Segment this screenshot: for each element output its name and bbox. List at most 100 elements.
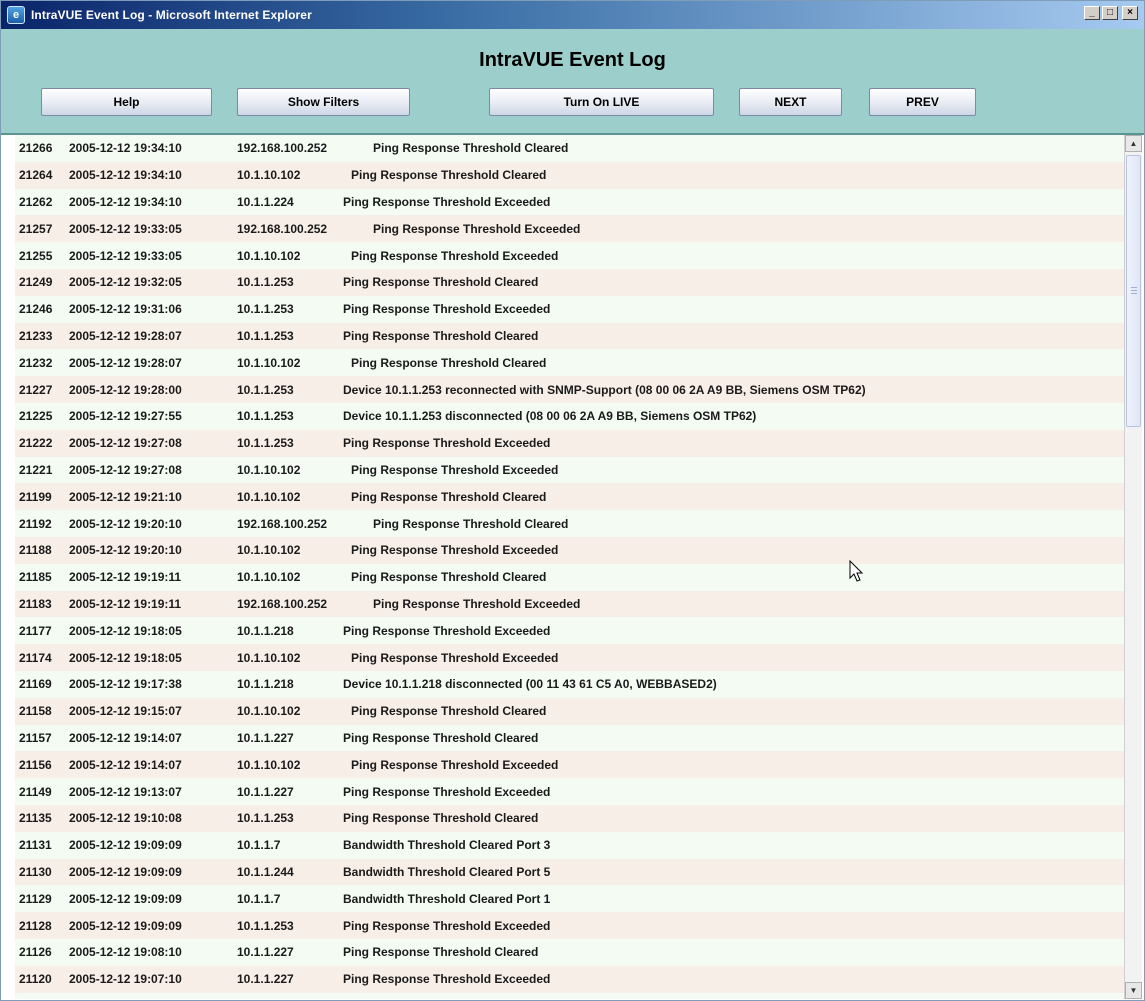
event-timestamp: 2005-12-12 19:15:07 (69, 704, 182, 719)
event-message: Ping Response Threshold Exceeded (351, 462, 559, 477)
event-row[interactable]: 21130 2005-12-12 19:09:09 10.1.1.244 Bandwi… (15, 858, 1124, 886)
event-row[interactable]: 21233 2005-12-12 19:28:07 10.1.1.253 Ping R… (15, 322, 1124, 350)
event-row[interactable]: 21169 2005-12-12 19:17:38 10.1.1.218 Device… (15, 670, 1124, 698)
event-message: Device 10.1.1.253 reconnected with SNMP-… (343, 382, 866, 397)
prev-button[interactable]: PREV (869, 88, 976, 116)
event-row[interactable]: 21185 2005-12-12 19:19:11 10.1.10.102 Ping … (15, 563, 1124, 591)
event-timestamp: 2005-12-12 19:33:05 (69, 221, 182, 236)
event-ip: 192.168.100.252 (237, 221, 328, 236)
event-row[interactable]: 21262 2005-12-12 19:34:10 10.1.1.224 Ping R… (15, 188, 1124, 216)
event-message: Ping Response Threshold Exceeded (343, 784, 551, 799)
event-timestamp: 2005-12-12 19:09:09 (69, 918, 182, 933)
event-timestamp: 2005-12-12 19:17:38 (69, 677, 182, 692)
event-row[interactable]: 21129 2005-12-12 19:09:09 10.1.1.7 Bandwidt… (15, 885, 1124, 913)
event-row[interactable]: 21264 2005-12-12 19:34:10 10.1.10.102 Ping … (15, 161, 1124, 189)
event-row[interactable]: 21177 2005-12-12 19:18:05 10.1.1.218 Ping R… (15, 617, 1124, 645)
event-ip: 10.1.10.102 (237, 704, 301, 719)
event-row[interactable]: 21188 2005-12-12 19:20:10 10.1.10.102 Ping … (15, 536, 1124, 564)
event-id: 21266 (19, 141, 53, 156)
event-timestamp: 2005-12-12 19:28:07 (69, 328, 182, 343)
event-message: Ping Response Threshold Cleared (351, 489, 547, 504)
event-row[interactable]: 21222 2005-12-12 19:27:08 10.1.1.253 Ping R… (15, 429, 1124, 457)
next-button[interactable]: NEXT (739, 88, 842, 116)
event-row[interactable]: 21156 2005-12-12 19:14:07 10.1.10.102 Ping … (15, 751, 1124, 779)
event-row[interactable]: 21232 2005-12-12 19:28:07 10.1.10.102 Ping … (15, 349, 1124, 377)
event-row[interactable]: 21131 2005-12-12 19:09:09 10.1.1.7 Bandwidt… (15, 831, 1124, 859)
event-id: 21131 (19, 838, 52, 853)
event-row[interactable]: 21266 2005-12-12 19:34:10 192.168.100.252 P… (15, 135, 1124, 162)
scroll-up-icon[interactable]: ▲ (1125, 135, 1142, 152)
event-row[interactable]: 21246 2005-12-12 19:31:06 10.1.1.253 Ping R… (15, 295, 1124, 323)
event-row[interactable]: 21149 2005-12-12 19:13:07 10.1.1.227 Ping R… (15, 778, 1124, 805)
event-timestamp: 2005-12-12 19:32:05 (69, 275, 182, 290)
event-row[interactable]: 21126 2005-12-12 19:08:10 10.1.1.227 Ping R… (15, 938, 1124, 966)
show-filters-button[interactable]: Show Filters (237, 88, 410, 116)
event-row[interactable]: 21128 2005-12-12 19:09:09 10.1.1.253 Ping R… (15, 912, 1124, 939)
event-ip: 10.1.10.102 (237, 168, 301, 183)
close-icon[interactable]: × (1122, 6, 1138, 20)
title-bar[interactable]: e IntraVUE Event Log - Microsoft Interne… (1, 1, 1144, 29)
event-row[interactable]: 21221 2005-12-12 19:27:08 10.1.10.102 Ping … (15, 456, 1124, 484)
event-ip: 10.1.1.253 (237, 918, 294, 933)
event-timestamp: 2005-12-12 19:28:00 (69, 382, 182, 397)
scroll-down-icon[interactable]: ▼ (1125, 982, 1142, 999)
event-ip: 10.1.1.253 (237, 811, 294, 826)
event-row[interactable]: 21227 2005-12-12 19:28:00 10.1.1.253 Device… (15, 376, 1124, 403)
event-ip: 10.1.1.253 (237, 302, 294, 317)
event-timestamp: 2005-12-12 19:08:10 (69, 945, 182, 960)
event-timestamp: 2005-12-12 19:31:06 (69, 302, 182, 317)
event-timestamp: 2005-12-12 19:27:08 (69, 436, 182, 451)
vertical-scrollbar[interactable]: ▲ ▼ (1124, 135, 1142, 999)
turn-on-live-button[interactable]: Turn On LIVE (489, 88, 714, 116)
event-timestamp: 2005-12-12 19:20:10 (69, 516, 182, 531)
event-row[interactable]: 21158 2005-12-12 19:15:07 10.1.10.102 Ping … (15, 697, 1124, 725)
event-row[interactable]: 21135 2005-12-12 19:10:08 10.1.1.253 Ping R… (15, 804, 1124, 832)
event-timestamp: 2005-12-12 19:18:05 (69, 623, 182, 638)
event-ip: 10.1.10.102 (237, 355, 301, 370)
event-ip: 10.1.10.102 (237, 650, 301, 665)
event-id: 21246 (19, 302, 53, 317)
scrollbar-thumb[interactable] (1126, 155, 1141, 427)
event-id: 21156 (19, 757, 52, 772)
event-row[interactable]: 21174 2005-12-12 19:18:05 10.1.10.102 Ping … (15, 644, 1124, 671)
page-title: IntraVUE Event Log (479, 49, 666, 71)
event-id: 21135 (19, 811, 52, 826)
event-log-list[interactable]: 21266 2005-12-12 19:34:10 192.168.100.252 P… (15, 135, 1124, 999)
event-message: Ping Response Threshold Exceeded (343, 302, 551, 317)
event-row[interactable]: 21257 2005-12-12 19:33:05 192.168.100.252 P… (15, 215, 1124, 243)
event-id: 21262 (19, 194, 53, 209)
event-timestamp: 2005-12-12 19:13:07 (69, 784, 182, 799)
event-row[interactable]: 21192 2005-12-12 19:20:10 192.168.100.252 P… (15, 510, 1124, 537)
event-row[interactable]: 21225 2005-12-12 19:27:55 10.1.1.253 Device… (15, 402, 1124, 430)
event-timestamp: 2005-12-12 19:09:09 (69, 891, 182, 906)
event-row[interactable]: 21183 2005-12-12 19:19:11 192.168.100.252 P… (15, 590, 1124, 618)
event-id: 21221 (19, 462, 53, 477)
event-row[interactable]: 211092005-12-12 19:05:0510.1.10.102Ping … (15, 992, 1124, 999)
event-message: Ping Response Threshold Exceeded (343, 918, 551, 933)
event-message: Device 10.1.1.218 disconnected (00 11 43… (343, 677, 717, 692)
event-row[interactable]: 21120 2005-12-12 19:07:10 10.1.1.227 Ping R… (15, 965, 1124, 993)
event-row[interactable]: 21249 2005-12-12 19:32:05 10.1.1.253 Ping R… (15, 268, 1124, 296)
event-message: Ping Response Threshold Cleared (351, 168, 547, 183)
event-row[interactable]: 21157 2005-12-12 19:14:07 10.1.1.227 Ping R… (15, 724, 1124, 752)
event-message: Ping Response Threshold Exceeded (351, 650, 559, 665)
event-id: 21126 (19, 945, 52, 960)
event-id: 21169 (19, 677, 52, 692)
event-message: Ping Response Threshold Exceeded (343, 194, 551, 209)
minimize-icon[interactable]: _ (1084, 6, 1100, 20)
maximize-icon[interactable]: □ (1102, 6, 1118, 20)
event-ip: 10.1.1.224 (237, 194, 294, 209)
event-row[interactable]: 21255 2005-12-12 19:33:05 10.1.10.102 Ping … (15, 242, 1124, 269)
event-id: 21120 (19, 972, 52, 987)
browser-window: e IntraVUE Event Log - Microsoft Interne… (0, 0, 1145, 1001)
event-row[interactable]: 21199 2005-12-12 19:21:10 10.1.10.102 Ping … (15, 483, 1124, 511)
event-id: 21233 (19, 328, 53, 343)
event-message: Ping Response Threshold Exceeded (343, 436, 551, 451)
event-id: 21185 (19, 570, 52, 585)
event-id: 21232 (19, 355, 53, 370)
help-button[interactable]: Help (41, 88, 212, 116)
event-timestamp: 2005-12-12 19:14:07 (69, 730, 182, 745)
event-message: Device 10.1.1.253 disconnected (08 00 06… (343, 409, 757, 424)
event-message: Bandwidth Threshold Cleared Port 1 (343, 891, 551, 906)
event-id: 21222 (19, 436, 53, 451)
